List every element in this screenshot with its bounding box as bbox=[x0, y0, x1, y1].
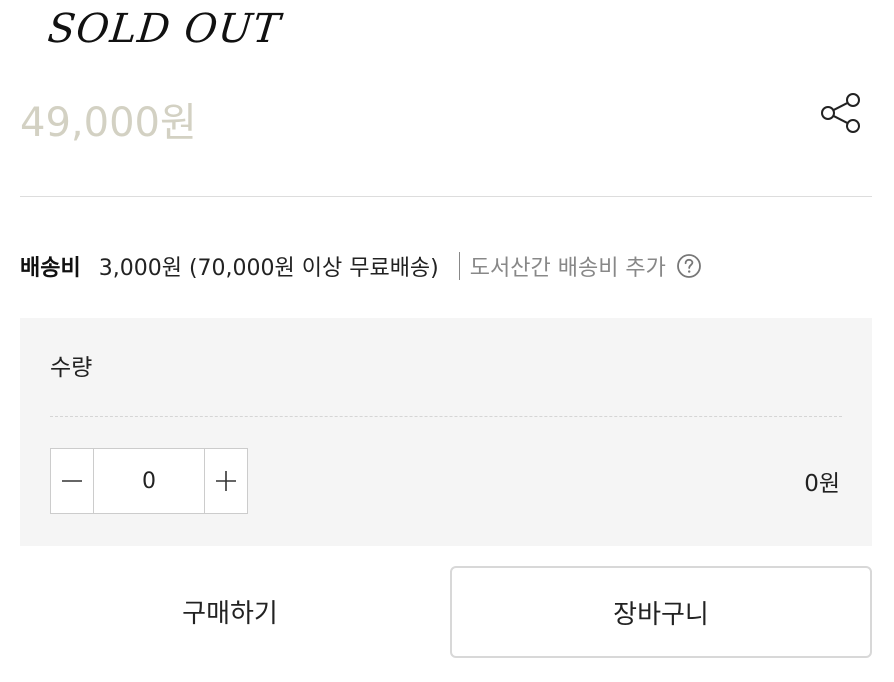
product-purchase-panel: SOLD OUT 49,000원 배송비 3,000원 (70,000원 이상 … bbox=[0, 0, 894, 682]
plus-icon bbox=[216, 471, 236, 491]
product-price: 49,000원 bbox=[20, 100, 197, 146]
quantity-stepper bbox=[50, 448, 248, 514]
quantity-input[interactable] bbox=[94, 449, 204, 513]
shipping-separator bbox=[458, 252, 460, 280]
section-divider bbox=[20, 196, 872, 197]
quantity-decrease-button[interactable] bbox=[51, 449, 94, 513]
quantity-divider bbox=[50, 416, 842, 417]
quantity-panel: 수량 0원 bbox=[20, 318, 872, 546]
share-button[interactable] bbox=[818, 90, 864, 136]
buy-button[interactable]: 구매하기 bbox=[20, 566, 440, 656]
share-icon bbox=[821, 93, 860, 133]
shipping-info: 배송비 3,000원 (70,000원 이상 무료배송) 도서산간 배송비 추가 bbox=[20, 248, 702, 284]
question-circle-icon[interactable] bbox=[676, 253, 702, 279]
quantity-title: 수량 bbox=[50, 355, 93, 381]
shipping-label: 배송비 bbox=[20, 256, 81, 281]
sold-out-label: SOLD OUT bbox=[45, 6, 284, 52]
quantity-increase-button[interactable] bbox=[204, 449, 247, 513]
shipping-fee: 3,000원 (70,000원 이상 무료배송) bbox=[98, 256, 439, 281]
add-to-cart-button[interactable]: 장바구니 bbox=[450, 566, 872, 658]
remote-area-shipping-note: 도서산간 배송비 추가 bbox=[469, 256, 666, 281]
quantity-total-price: 0원 bbox=[804, 471, 840, 497]
minus-icon bbox=[62, 480, 82, 482]
